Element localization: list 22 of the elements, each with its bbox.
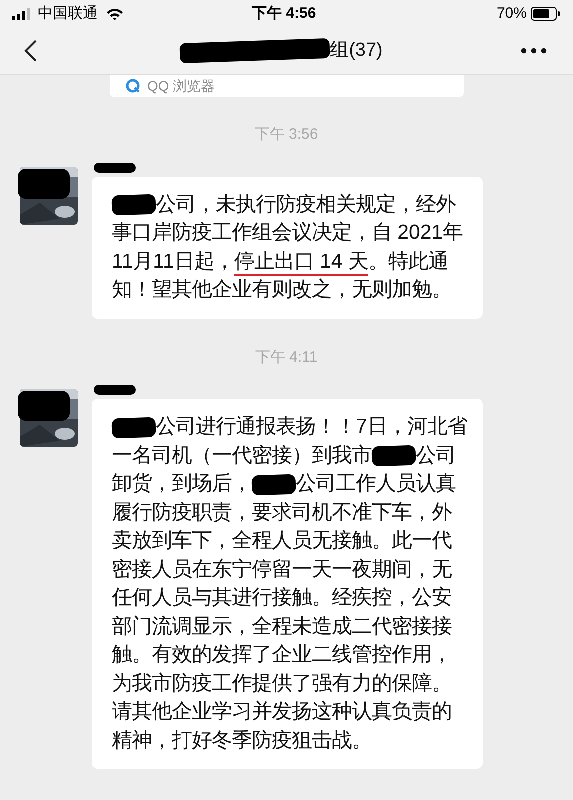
message-text: 公司，未执行防疫相关规定，经外事口岸防疫工作组会议决定，自 2021年11月11日起，停止出口 14 天。特此通知！望其他企业有则改之，无则加勉。 bbox=[112, 192, 464, 303]
carrier-name: 中国联通 bbox=[38, 4, 98, 24]
message-timestamp: 下午 3:56 bbox=[254, 125, 318, 145]
more-icon bbox=[521, 48, 547, 54]
wifi-icon bbox=[106, 8, 124, 20]
redaction-mark bbox=[94, 162, 136, 172]
message-timestamp: 下午 4:11 bbox=[255, 348, 318, 368]
redaction-mark bbox=[18, 391, 70, 421]
battery-percent: 70% bbox=[496, 4, 527, 24]
redaction-mark bbox=[372, 445, 416, 467]
browser-hint-text: QQ 浏览器 bbox=[148, 76, 216, 96]
back-icon bbox=[24, 39, 38, 63]
message-text: 公司进行通报表扬！！7日，河北省一名司机（一代密接）到我市 公司卸货，到场后， 公司工作人员认真履行防疫职责，要求司机不准下车，外卖放到车下，全程人员无接触。此一代密接人员在东宁停留一天一夜期间，无任何人员与其进行接触。经疾控，公安部门流调显示，全程未造成二代密接接触。有效的发挥了企业二线管控作用，为我市防疫工作提供了强有力的保障。请其他企业学习并发扬这种认真负责的精神，打好冬季防疫狙击战。 bbox=[112, 415, 468, 754]
redaction-mark bbox=[252, 474, 296, 496]
redaction-mark bbox=[112, 416, 156, 438]
battery-icon bbox=[531, 7, 561, 21]
redaction-mark bbox=[94, 385, 136, 395]
redaction-mark bbox=[112, 194, 156, 216]
redaction-mark bbox=[18, 168, 70, 198]
status-time: 下午 4:56 bbox=[252, 4, 316, 24]
browser-logo-icon bbox=[126, 79, 140, 93]
chat-title: 组(37) bbox=[330, 38, 383, 63]
